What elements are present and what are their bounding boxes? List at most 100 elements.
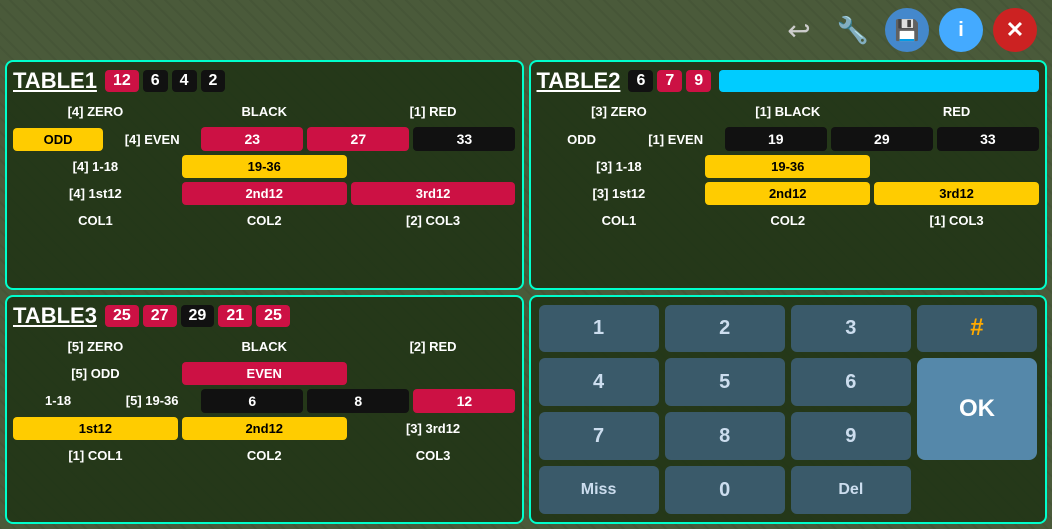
- table3-badge-25b: 25: [256, 305, 290, 327]
- table2-black[interactable]: [1] BLACK: [705, 100, 870, 123]
- table2-118[interactable]: [3] 1-18: [537, 155, 702, 178]
- table1-odd[interactable]: ODD: [13, 128, 103, 151]
- main-grid: TABLE1 12 6 4 2 [4] ZERO BLACK [1] RED O…: [5, 60, 1047, 524]
- table1-row1: [4] ZERO BLACK [1] RED: [13, 100, 516, 123]
- table1-badge-12: 12: [105, 70, 139, 92]
- table1-col2[interactable]: COL2: [182, 209, 347, 232]
- table3-n8[interactable]: 8: [307, 389, 409, 413]
- table1-red[interactable]: [1] RED: [351, 100, 516, 123]
- table3-odd[interactable]: [5] ODD: [13, 362, 178, 385]
- hash-button[interactable]: #: [917, 305, 1037, 353]
- table3-black[interactable]: BLACK: [182, 335, 347, 358]
- info-button[interactable]: i: [939, 8, 983, 52]
- table1-2nd12[interactable]: 2nd12: [182, 182, 347, 205]
- table2-badge-6: 6: [628, 70, 653, 92]
- table2-2nd12[interactable]: 2nd12: [705, 182, 870, 205]
- table2-odd[interactable]: ODD: [537, 128, 627, 151]
- table2-n29[interactable]: 29: [831, 127, 933, 151]
- num-8-button[interactable]: 8: [665, 412, 785, 460]
- table1-n23[interactable]: 23: [201, 127, 303, 151]
- table2-panel: TABLE2 6 7 9 [3] ZERO [1] BLACK RED ODD …: [529, 60, 1048, 290]
- table2-col2[interactable]: COL2: [705, 209, 870, 232]
- table2-row4: [3] 1st12 2nd12 3rd12: [537, 182, 1040, 205]
- table3-1st12[interactable]: 1st12: [13, 417, 178, 440]
- table3-1936[interactable]: [5] 19-36: [107, 389, 197, 412]
- table2-row2: ODD [1] EVEN 19 29 33: [537, 127, 1040, 151]
- table2-red[interactable]: RED: [874, 100, 1039, 123]
- table1-zero[interactable]: [4] ZERO: [13, 100, 178, 123]
- table3-even[interactable]: EVEN: [182, 362, 347, 385]
- table1-badge-4: 4: [172, 70, 197, 92]
- table3-row5: [1] COL1 COL2 COL3: [13, 444, 516, 467]
- table3-title: TABLE3: [13, 303, 97, 329]
- table3-n12[interactable]: 12: [413, 389, 515, 413]
- table3-badge-21: 21: [218, 305, 252, 327]
- num-4-button[interactable]: 4: [539, 358, 659, 406]
- num-9-button[interactable]: 9: [791, 412, 911, 460]
- num-7-button[interactable]: 7: [539, 412, 659, 460]
- table2-3rd12[interactable]: 3rd12: [874, 182, 1039, 205]
- table2-title: TABLE2: [537, 68, 621, 94]
- table3-n6[interactable]: 6: [201, 389, 303, 413]
- table1-1936[interactable]: 19-36: [182, 155, 347, 178]
- table3-col1[interactable]: [1] COL1: [13, 444, 178, 467]
- table1-n27[interactable]: 27: [307, 127, 409, 151]
- top-bar: ↩ 🔧 💾 i ✕: [777, 0, 1052, 60]
- num-0-button[interactable]: 0: [665, 466, 785, 514]
- table3-red[interactable]: [2] RED: [351, 335, 516, 358]
- table1-n33[interactable]: 33: [413, 127, 515, 151]
- table1-col3[interactable]: [2] COL3: [351, 209, 516, 232]
- table2-even[interactable]: [1] EVEN: [631, 128, 721, 151]
- num-6-button[interactable]: 6: [791, 358, 911, 406]
- table1-3rd12[interactable]: 3rd12: [351, 182, 516, 205]
- table2-row5: COL1 COL2 [1] COL3: [537, 209, 1040, 232]
- table3-col2[interactable]: COL2: [182, 444, 347, 467]
- save-button[interactable]: 💾: [885, 8, 929, 52]
- close-button[interactable]: ✕: [993, 8, 1037, 52]
- table1-header: TABLE1 12 6 4 2: [13, 68, 516, 94]
- table2-zero[interactable]: [3] ZERO: [537, 100, 702, 123]
- table3-3rd12[interactable]: [3] 3rd12: [351, 417, 516, 440]
- table1-col1[interactable]: COL1: [13, 209, 178, 232]
- table2-n33[interactable]: 33: [937, 127, 1039, 151]
- table1-black[interactable]: BLACK: [182, 100, 347, 123]
- table2-cyan-bar: [719, 70, 1039, 92]
- table2-n19[interactable]: 19: [725, 127, 827, 151]
- table2-row1: [3] ZERO [1] BLACK RED: [537, 100, 1040, 123]
- numpad-panel: 1 2 3 # 4 5 6 OK 7 8 9 Miss 0 Del: [529, 295, 1048, 525]
- table3-panel: TABLE3 25 27 29 21 25 [5] ZERO BLACK [2]…: [5, 295, 524, 525]
- table3-2nd12[interactable]: 2nd12: [182, 417, 347, 440]
- table1-title: TABLE1: [13, 68, 97, 94]
- table1-row3: [4] 1-18 19-36: [13, 155, 516, 178]
- settings-button[interactable]: 🔧: [831, 8, 875, 52]
- back-button[interactable]: ↩: [777, 8, 821, 52]
- table3-zero[interactable]: [5] ZERO: [13, 335, 178, 358]
- del-button[interactable]: Del: [791, 466, 911, 514]
- table1-1st12[interactable]: [4] 1st12: [13, 182, 178, 205]
- num-1-button[interactable]: 1: [539, 305, 659, 353]
- table1-row4: [4] 1st12 2nd12 3rd12: [13, 182, 516, 205]
- table3-badge-25a: 25: [105, 305, 139, 327]
- table1-row2: ODD [4] EVEN 23 27 33: [13, 127, 516, 151]
- table3-badge-29: 29: [181, 305, 215, 327]
- table1-badge-2: 2: [201, 70, 226, 92]
- table2-empty: [874, 163, 1039, 171]
- table1-118[interactable]: [4] 1-18: [13, 155, 178, 178]
- table2-1st12[interactable]: [3] 1st12: [537, 182, 702, 205]
- table1-panel: TABLE1 12 6 4 2 [4] ZERO BLACK [1] RED O…: [5, 60, 524, 290]
- miss-button[interactable]: Miss: [539, 466, 659, 514]
- table2-1936[interactable]: 19-36: [705, 155, 870, 178]
- num-2-button[interactable]: 2: [665, 305, 785, 353]
- table3-row4: 1st12 2nd12 [3] 3rd12: [13, 417, 516, 440]
- table2-col3[interactable]: [1] COL3: [874, 209, 1039, 232]
- table1-even[interactable]: [4] EVEN: [107, 128, 197, 151]
- table3-col3[interactable]: COL3: [351, 444, 516, 467]
- ok-button[interactable]: OK: [917, 358, 1037, 460]
- num-5-button[interactable]: 5: [665, 358, 785, 406]
- table2-row3: [3] 1-18 19-36: [537, 155, 1040, 178]
- table2-badge-9: 9: [686, 70, 711, 92]
- table2-col1[interactable]: COL1: [537, 209, 702, 232]
- table3-118[interactable]: 1-18: [13, 389, 103, 412]
- table1-empty: [351, 163, 516, 171]
- num-3-button[interactable]: 3: [791, 305, 911, 353]
